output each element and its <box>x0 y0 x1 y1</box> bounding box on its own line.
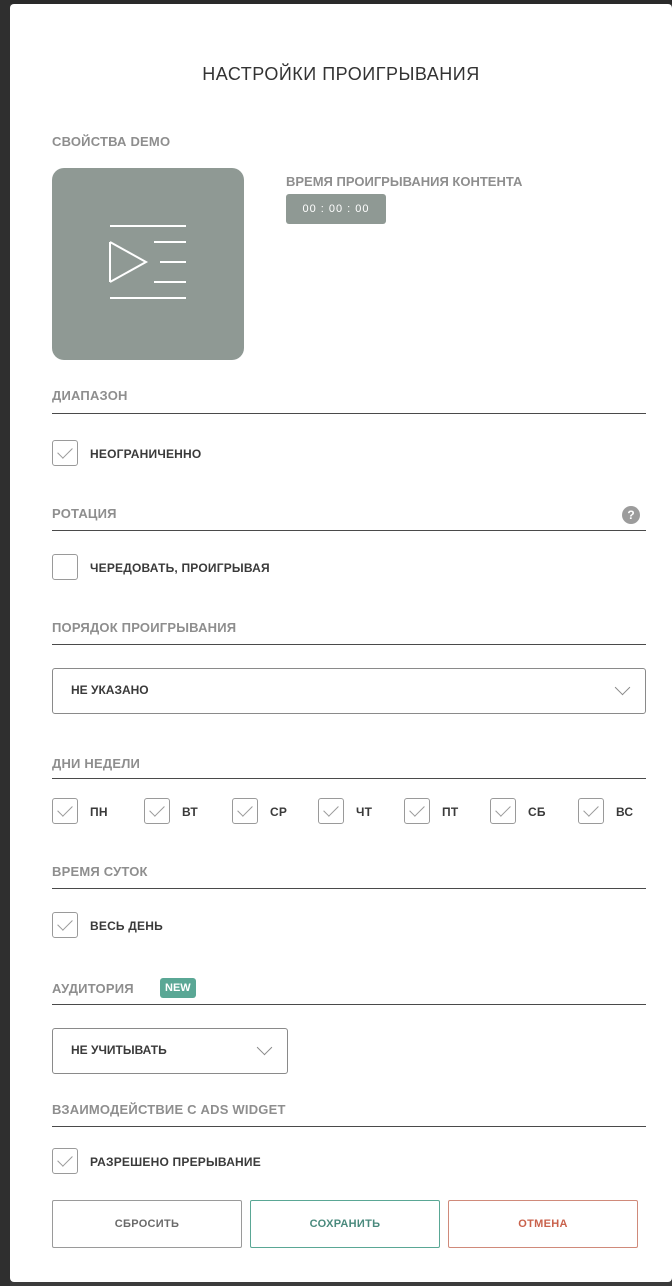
help-icon[interactable]: ? <box>622 506 640 524</box>
divider <box>52 1126 646 1127</box>
weekday-tue-checkbox[interactable] <box>144 798 170 824</box>
divider <box>52 1004 646 1005</box>
interrupt-label: РАЗРЕШЕНО ПРЕРЫВАНИЕ <box>90 1155 261 1169</box>
play-order-value: НЕ УКАЗАНО <box>71 683 149 697</box>
alternate-checkbox[interactable] <box>52 554 78 580</box>
chevron-down-icon <box>614 679 631 696</box>
play-order-select[interactable]: НЕ УКАЗАНО <box>52 668 646 714</box>
weekday-mon-checkbox[interactable] <box>52 798 78 824</box>
weekday-mon-label: ПН <box>90 805 108 819</box>
divider <box>52 888 646 889</box>
save-button[interactable]: СОХРАНИТЬ <box>250 1200 440 1248</box>
divider <box>52 778 646 779</box>
duration-value: 00 : 00 : 00 <box>286 194 386 224</box>
unlimited-checkbox[interactable] <box>52 440 78 466</box>
weekday-sun-label: ВС <box>616 805 634 819</box>
audience-select[interactable]: НЕ УЧИТЫВАТЬ <box>52 1028 288 1074</box>
weekday-tue-label: ВТ <box>182 805 198 819</box>
audience-value: НЕ УЧИТЫВАТЬ <box>71 1043 167 1057</box>
content-thumbnail <box>52 168 244 360</box>
play-order-section-label: ПОРЯДОК ПРОИГРЫВАНИЯ <box>52 620 237 635</box>
interrupt-checkbox[interactable] <box>52 1148 78 1174</box>
cancel-button[interactable]: ОТМЕНА <box>448 1200 638 1248</box>
ads-widget-section-label: ВЗАИМОДЕЙСТВИЕ С ADS WIDGET <box>52 1102 286 1117</box>
weekday-fri-checkbox[interactable] <box>404 798 430 824</box>
alternate-label: ЧЕРЕДОВАТЬ, ПРОИГРЫВАЯ <box>90 561 270 575</box>
weekday-fri-label: ПТ <box>442 805 459 819</box>
weekday-thu-label: ЧТ <box>356 805 373 819</box>
weekday-wed-checkbox[interactable] <box>232 798 258 824</box>
weekday-sat-checkbox[interactable] <box>490 798 516 824</box>
rotation-section-label: РОТАЦИЯ <box>52 506 117 521</box>
range-section-label: ДИАПАЗОН <box>52 388 128 403</box>
audience-section-label: АУДИТОРИЯ <box>52 981 134 996</box>
playlist-play-icon <box>109 225 186 299</box>
backdrop-edge <box>0 0 10 1286</box>
weekday-sun-checkbox[interactable] <box>578 798 604 824</box>
chevron-down-icon <box>256 1039 273 1056</box>
unlimited-label: НЕОГРАНИЧЕННО <box>90 447 202 461</box>
duration-label: ВРЕМЯ ПРОИГРЫВАНИЯ КОНТЕНТА <box>286 174 523 189</box>
weekday-sat-label: СБ <box>528 805 546 819</box>
demo-section-label: СВОЙСТВА DEMO <box>52 134 171 149</box>
time-of-day-section-label: ВРЕМЯ СУТОК <box>52 864 148 879</box>
divider <box>52 530 646 531</box>
reset-button[interactable]: СБРОСИТЬ <box>52 1200 242 1248</box>
divider <box>52 644 646 645</box>
divider <box>52 413 646 414</box>
playback-settings-dialog: НАСТРОЙКИ ПРОИГРЫВАНИЯ СВОЙСТВА DEMO ВРЕ… <box>10 4 672 1282</box>
all-day-checkbox[interactable] <box>52 912 78 938</box>
new-badge: NEW <box>160 978 196 998</box>
weekday-wed-label: СР <box>270 805 288 819</box>
all-day-label: ВЕСЬ ДЕНЬ <box>90 919 163 933</box>
weekday-thu-checkbox[interactable] <box>318 798 344 824</box>
dialog-title: НАСТРОЙКИ ПРОИГРЫВАНИЯ <box>202 64 480 84</box>
weekdays-section-label: ДНИ НЕДЕЛИ <box>52 756 141 771</box>
